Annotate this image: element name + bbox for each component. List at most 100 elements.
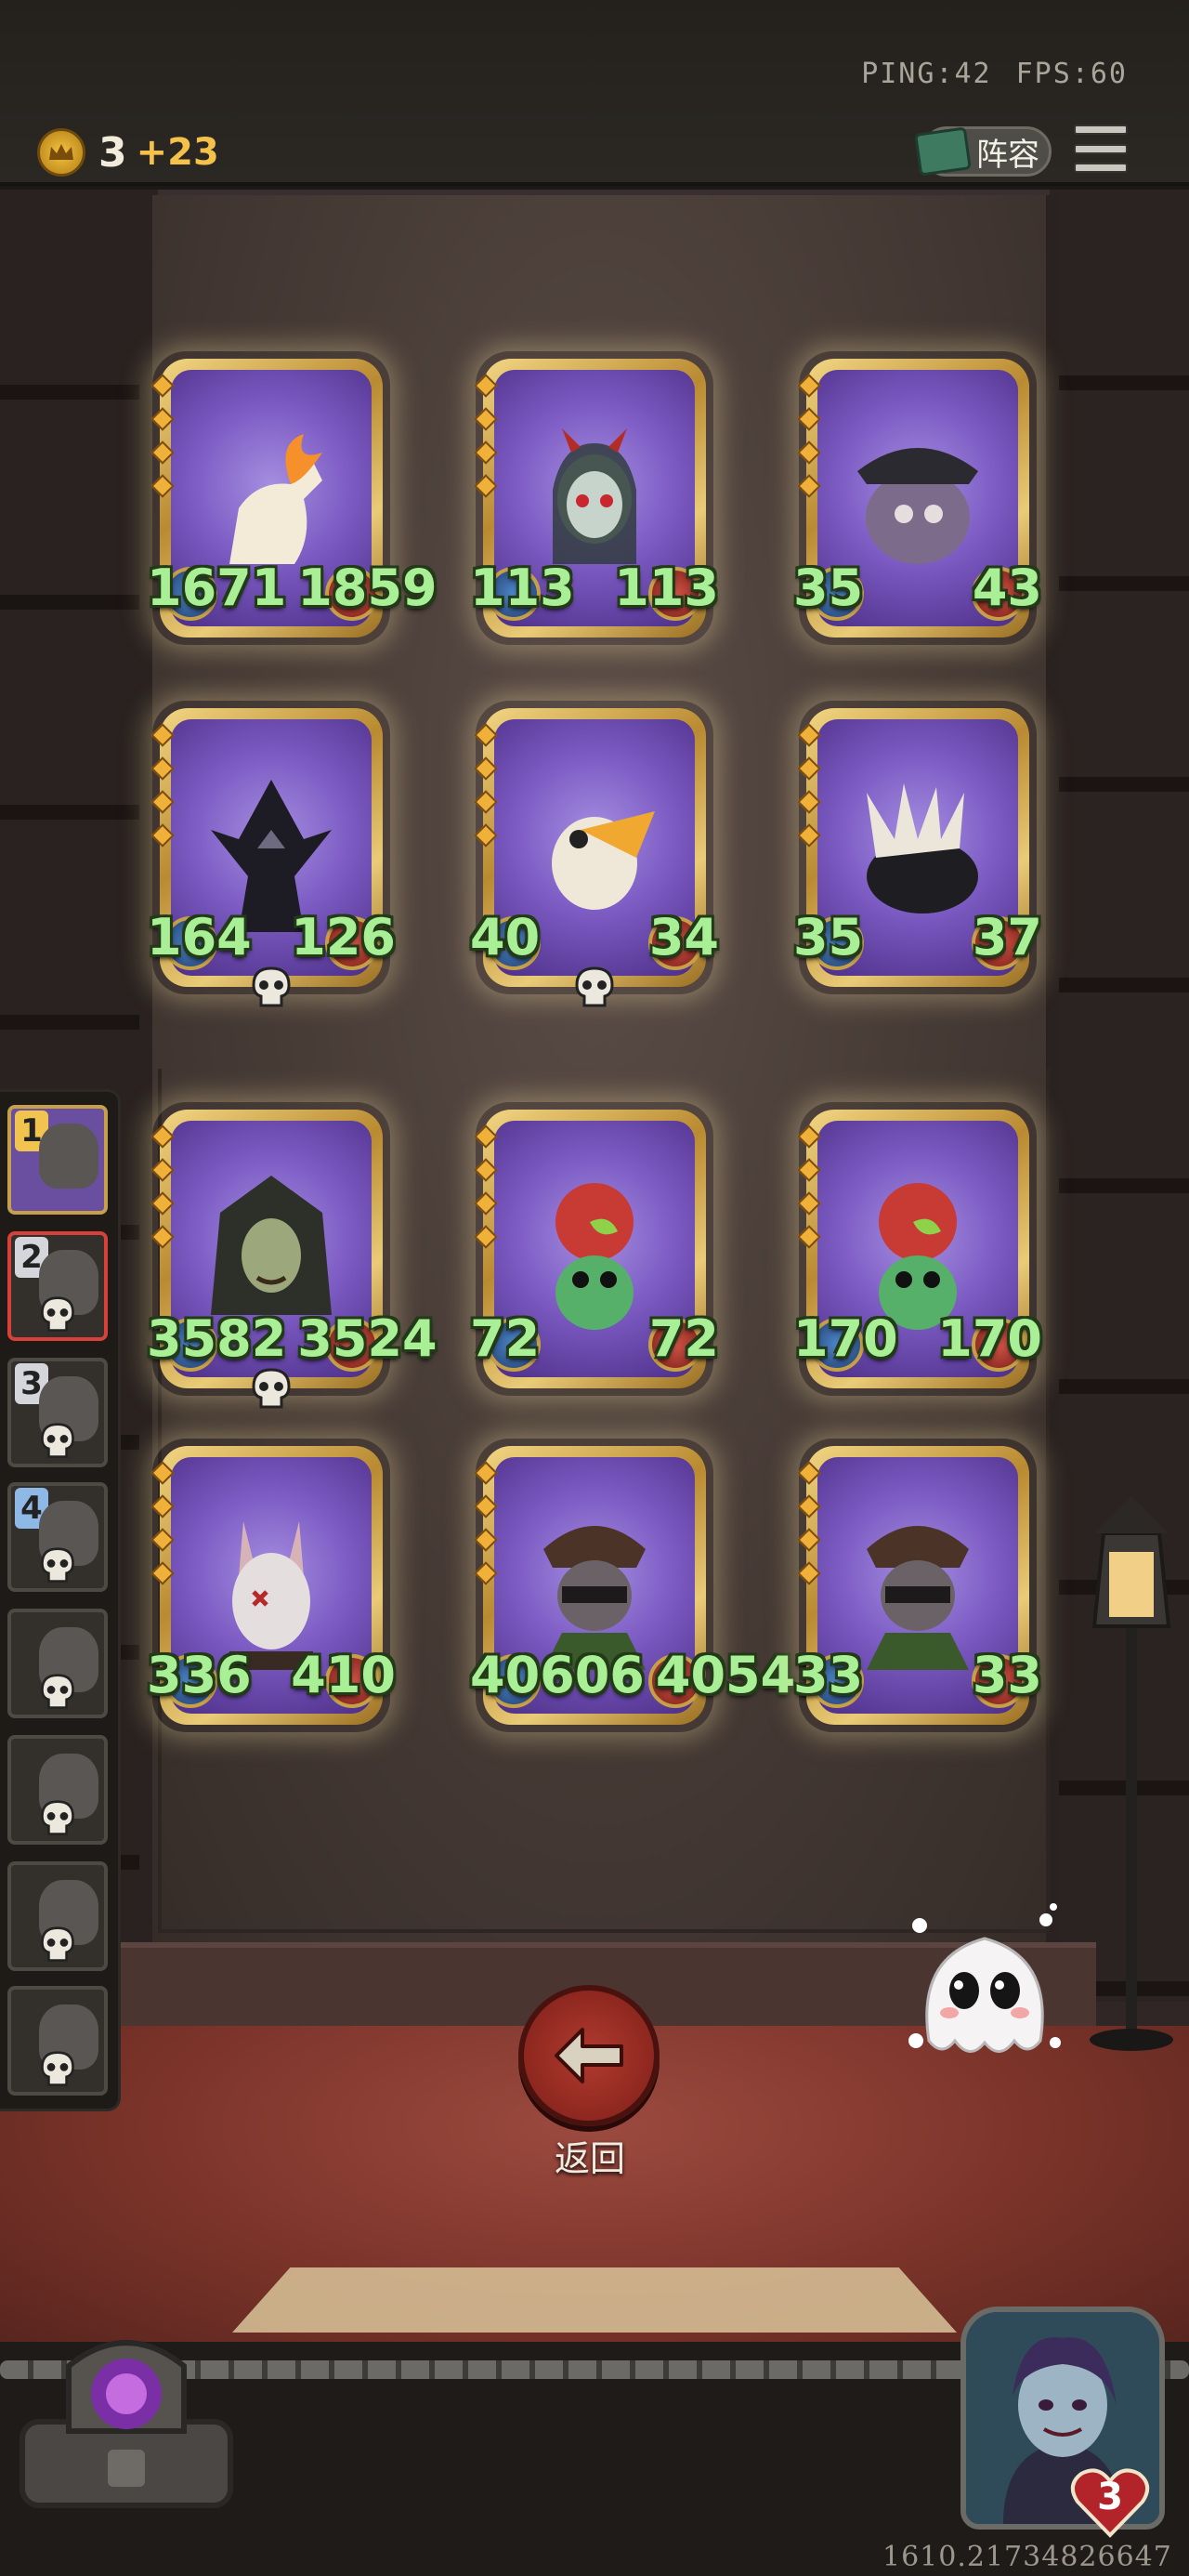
skull-icon xyxy=(252,1368,291,1409)
card-stats: 35 43 xyxy=(788,559,1048,617)
minion-card[interactable]: 170 170 xyxy=(793,1110,1042,1388)
card-stats: 40 34 xyxy=(464,908,725,966)
skull-icon xyxy=(41,1296,74,1332)
card-health: 72 xyxy=(648,1309,719,1368)
ping-readout: PING:42 xyxy=(861,58,992,90)
opponent-face-icon xyxy=(39,1124,98,1189)
card-stats: 336 410 xyxy=(141,1646,401,1704)
gem-chain-icon xyxy=(150,1461,175,1585)
skull-icon xyxy=(575,966,614,1007)
skull-icon xyxy=(41,1423,74,1458)
gem-chain-icon xyxy=(474,374,498,498)
card-stats: 72 72 xyxy=(464,1309,725,1368)
minion-card[interactable]: 164 126 xyxy=(147,708,396,1007)
queue-slot[interactable] xyxy=(7,1735,108,1845)
queue-slot[interactable]: 1 xyxy=(7,1105,108,1215)
lineup-label: 阵容 xyxy=(976,136,1039,174)
card-health: 1859 xyxy=(297,559,438,617)
queue-slot[interactable]: 3 xyxy=(7,1358,108,1467)
card-health: 126 xyxy=(291,908,396,966)
card-health: 170 xyxy=(937,1309,1042,1368)
queue-slot[interactable]: 4 xyxy=(7,1482,108,1592)
minion-card[interactable]: 1671 1859 xyxy=(147,359,438,637)
skull-icon xyxy=(252,966,291,1007)
card-stats: 3582 3524 xyxy=(141,1309,438,1368)
minion-card[interactable]: 336 410 xyxy=(147,1446,396,1725)
card-stats: 170 170 xyxy=(788,1309,1048,1368)
card-health: 33 xyxy=(972,1646,1042,1704)
card-stats: 113 113 xyxy=(464,559,725,617)
card-attack: 40 xyxy=(470,908,541,966)
back-button[interactable] xyxy=(518,1985,660,2126)
skull-icon xyxy=(41,1800,74,1835)
card-attack: 336 xyxy=(147,1646,252,1704)
card-health: 34 xyxy=(648,908,719,966)
fps-readout: FPS:60 xyxy=(1015,58,1128,90)
minion-card[interactable]: 113 113 xyxy=(470,359,719,637)
queue-slot[interactable] xyxy=(7,1861,108,1971)
skull-icon xyxy=(41,1926,74,1962)
skull-icon xyxy=(41,2051,74,2086)
card-attack: 35 xyxy=(793,908,864,966)
queue-slot[interactable] xyxy=(7,1609,108,1718)
card-health: 43 xyxy=(972,559,1042,617)
queue-slot[interactable] xyxy=(7,1986,108,2096)
gold-amount: 3 xyxy=(98,128,127,177)
hamburger-menu-icon[interactable] xyxy=(1074,125,1128,173)
opponent-queue: 1 2 3 4 xyxy=(0,1089,121,2111)
gem-chain-icon xyxy=(474,723,498,848)
player-health: 3 xyxy=(1097,2476,1123,2518)
card-stats: 33 33 xyxy=(788,1646,1048,1704)
card-stats: 40606 40541 xyxy=(464,1646,830,1704)
gem-chain-icon xyxy=(474,1124,498,1249)
gold-display: 3 +23 xyxy=(37,128,219,177)
card-health: 410 xyxy=(291,1646,396,1704)
gem-chain-icon xyxy=(150,374,175,498)
gem-chain-icon xyxy=(797,374,821,498)
minion-card[interactable]: 3582 3524 xyxy=(147,1110,438,1409)
gem-chain-icon xyxy=(150,1124,175,1249)
card-attack: 3582 xyxy=(147,1309,287,1368)
gem-chain-icon xyxy=(797,723,821,848)
card-stats: 35 37 xyxy=(788,908,1048,966)
card-health: 37 xyxy=(972,908,1042,966)
top-bar: PING:42 FPS:60 3 +23 阵容 xyxy=(0,0,1189,186)
card-health: 3524 xyxy=(297,1309,438,1368)
gem-chain-icon xyxy=(150,723,175,848)
back-button-label: 返回 xyxy=(554,2138,625,2179)
minion-card[interactable]: 40606 40541 xyxy=(470,1446,830,1725)
gem-chain-icon xyxy=(797,1124,821,1249)
gem-chain-icon xyxy=(797,1461,821,1585)
card-attack: 35 xyxy=(793,559,864,617)
card-health: 113 xyxy=(614,559,719,617)
book-icon xyxy=(914,126,972,177)
minion-card[interactable]: 40 34 xyxy=(470,708,719,1007)
treasure-chest-icon[interactable] xyxy=(13,2310,240,2515)
card-stats: 164 126 xyxy=(141,908,401,966)
card-attack: 170 xyxy=(793,1309,898,1368)
card-attack: 33 xyxy=(793,1646,864,1704)
card-attack: 164 xyxy=(147,908,252,966)
card-attack: 1671 xyxy=(147,559,287,617)
minion-card[interactable]: 35 43 xyxy=(793,359,1042,637)
gold-income: +23 xyxy=(136,131,219,174)
queue-slot[interactable]: 2 xyxy=(7,1231,108,1341)
card-attack: 72 xyxy=(470,1309,541,1368)
gem-chain-icon xyxy=(474,1461,498,1585)
card-stats: 1671 1859 xyxy=(141,559,438,617)
crown-coin-icon xyxy=(37,128,85,177)
debug-coordinate: 1610.21734826647 xyxy=(882,2541,1172,2573)
network-stats: PING:42 FPS:60 xyxy=(837,58,1128,90)
card-attack: 40606 xyxy=(470,1646,645,1704)
street-lamp-icon xyxy=(1090,1496,1173,2051)
minion-card[interactable]: 33 33 xyxy=(793,1446,1042,1725)
arrow-left-icon xyxy=(555,2028,623,2083)
lineup-button[interactable]: 阵容 xyxy=(914,126,1052,177)
minion-card[interactable]: 35 37 xyxy=(793,708,1042,987)
carpet-band xyxy=(232,2267,957,2333)
ghost-icon[interactable] xyxy=(907,1901,1063,2072)
card-attack: 113 xyxy=(470,559,575,617)
skull-icon xyxy=(41,1674,74,1709)
skull-icon xyxy=(41,1547,74,1583)
minion-card[interactable]: 72 72 xyxy=(470,1110,719,1388)
